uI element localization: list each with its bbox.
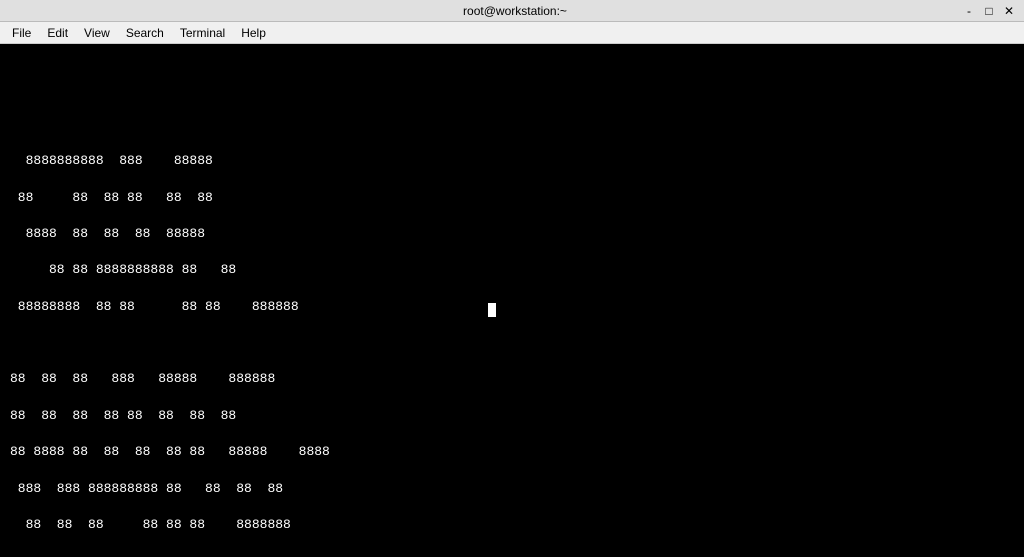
close-button[interactable]: ✕ bbox=[1002, 4, 1016, 18]
minimize-button[interactable]: - bbox=[962, 4, 976, 18]
menu-search[interactable]: Search bbox=[118, 24, 172, 42]
title-bar: root@workstation:~ - □ ✕ bbox=[0, 0, 1024, 22]
terminal-output: 8888888888 888 88888 88 88 88 88 88 88 8… bbox=[10, 54, 1014, 557]
menu-bar: File Edit View Search Terminal Help bbox=[0, 22, 1024, 44]
maximize-button[interactable]: □ bbox=[982, 4, 996, 18]
cursor-line bbox=[488, 302, 496, 317]
menu-file[interactable]: File bbox=[4, 24, 39, 42]
menu-help[interactable]: Help bbox=[233, 24, 274, 42]
terminal-cursor bbox=[488, 303, 496, 317]
window-controls: - □ ✕ bbox=[962, 4, 1016, 18]
menu-view[interactable]: View bbox=[76, 24, 118, 42]
menu-edit[interactable]: Edit bbox=[39, 24, 76, 42]
title-bar-title: root@workstation:~ bbox=[68, 4, 962, 18]
menu-terminal[interactable]: Terminal bbox=[172, 24, 233, 42]
terminal-body[interactable]: 8888888888 888 88888 88 88 88 88 88 88 8… bbox=[0, 44, 1024, 557]
